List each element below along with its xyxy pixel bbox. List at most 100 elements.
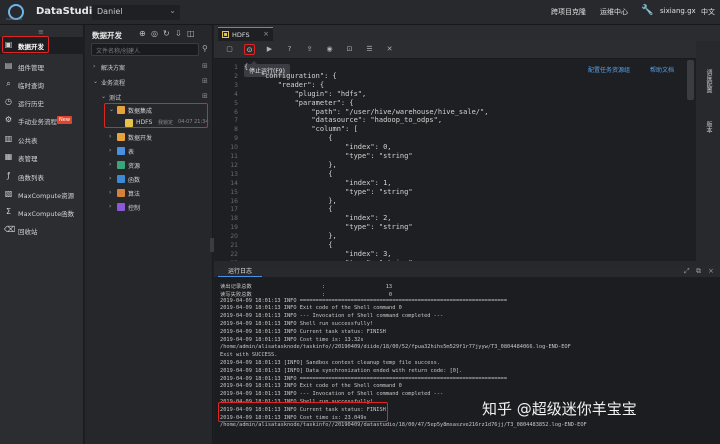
record-icon[interactable]: ◉ (324, 44, 335, 55)
chevron-right-icon[interactable]: › (109, 203, 111, 210)
folder-icon (117, 133, 125, 141)
close-icon[interactable]: × (263, 30, 269, 38)
run-icon[interactable]: ▶ (264, 44, 275, 55)
tree-item-label: 表 (128, 149, 135, 156)
upload-icon[interactable]: ⇪ (304, 44, 315, 55)
sidebar-item-label: MaxCompute函数 (18, 210, 75, 218)
log-line: 2019-04-09 18:01:13 INFO ===============… (220, 375, 508, 382)
sidebar-item[interactable]: ▧ MaxCompute资源 (0, 186, 84, 203)
grid-view-icon[interactable]: ⊞ (202, 92, 208, 100)
collapse-icon[interactable]: ≡ (38, 28, 44, 36)
chevron-right-icon[interactable]: › (109, 189, 111, 196)
chevron-right-icon[interactable]: › (93, 63, 95, 70)
tree-item[interactable]: ⌄ 测试 ⊞ (85, 91, 211, 103)
line-number: 4 (234, 90, 238, 98)
app-title: DataStudio (36, 6, 100, 17)
save-icon[interactable]: ▢ (224, 44, 235, 55)
sidebar-item[interactable]: ▤ 组件管理 (0, 58, 84, 75)
grid-view-icon[interactable]: ⊞ (202, 62, 208, 70)
tree-item-label: 测试 (109, 95, 122, 102)
wrench-icon[interactable]: 🔧 (641, 5, 653, 16)
sidebar-item-icon: ƒ (7, 171, 10, 180)
maximize-icon[interactable]: ⧉ (696, 267, 701, 276)
sidebar-item[interactable]: ▦ 表管理 (0, 149, 84, 166)
ops-center-link[interactable]: 运维中心 (600, 7, 628, 17)
workspace-select[interactable]: Daniel ⌄ (92, 5, 180, 20)
format-icon[interactable]: ⊡ (344, 44, 355, 55)
tree-item[interactable]: › 函数 (85, 173, 211, 185)
workspace-name: Daniel (97, 7, 123, 16)
code-line: }, (244, 160, 337, 169)
language-switch[interactable]: 中文 (701, 7, 715, 17)
panel-toggle-icon[interactable]: ◫ (187, 29, 195, 38)
tree-item-label: 资源 (128, 163, 141, 170)
sidebar-item[interactable]: ◷ 运行历史 (0, 94, 84, 111)
sidebar-item[interactable]: ƒ 函数列表 (0, 168, 84, 185)
user-account[interactable]: sixiang.gx (660, 7, 696, 15)
sidebar-item[interactable]: ⌕ 临时查询 (0, 76, 84, 93)
code-line: "datasource": "hadoop_to_odps", (244, 116, 443, 125)
file-search-input[interactable]: 文件名称/创建人 (91, 43, 199, 56)
log-line: 2019-04-09 18:01:13 INFO Exit code of th… (220, 305, 402, 312)
folder-icon (117, 161, 125, 169)
filter-icon[interactable]: ⚲ (202, 44, 208, 53)
tree-item[interactable]: › 控制 (85, 201, 211, 213)
sidebar-item[interactable]: ⌫ 回收站 (0, 222, 84, 239)
chevron-down-icon[interactable]: ⌄ (93, 78, 98, 85)
chevron-right-icon[interactable]: › (109, 161, 111, 168)
expand-icon[interactable]: ⤢ (684, 267, 690, 276)
folder-icon (117, 147, 125, 155)
version-tab[interactable]: 版本 (704, 121, 713, 133)
help-icon[interactable]: ? (284, 44, 295, 55)
tree-item[interactable]: › 数据开发 (85, 131, 211, 143)
log-line: /home/admin/alisatasknode/taskinfo//2019… (220, 422, 587, 429)
log-line: 2019-04-09 18:01:13 INFO Cost time is: 1… (220, 336, 364, 343)
top-bar: DataWorks DataStudio Daniel ⌄ 跨项目克隆 运维中心… (0, 0, 720, 25)
code-line: "reader": { (244, 80, 325, 89)
editor-tab-hdfs[interactable]: ▪ HDFS × (218, 27, 273, 41)
chevron-right-icon[interactable]: › (109, 147, 111, 154)
log-tab-bar: 运行日志 ⤢ ⧉ × (214, 266, 720, 277)
sidebar-item-icon: ▦ (4, 152, 13, 161)
locate-icon[interactable]: ◎ (151, 29, 158, 38)
chevron-right-icon[interactable]: › (109, 133, 111, 140)
line-number: 10 (230, 144, 238, 152)
tree-item[interactable]: › 解决方案 ⊞ (85, 61, 211, 73)
sidebar-item[interactable]: Σ MaxCompute函数 (0, 204, 84, 221)
tree-item[interactable]: › 资源 (85, 159, 211, 171)
sidebar-item[interactable]: ⚙ 手动业务流程 New (0, 112, 84, 129)
tree-item[interactable]: › 算法 (85, 187, 211, 199)
tools-icon[interactable]: ✕ (384, 44, 395, 55)
list-icon[interactable]: ☰ (364, 44, 375, 55)
tree-item[interactable]: › 表 (85, 145, 211, 157)
import-icon[interactable]: ⇩ (175, 29, 182, 38)
code-editor[interactable]: { "configuration": { "reader": { "plugin… (244, 60, 684, 267)
sidebar-item-label: 组件管理 (18, 64, 44, 72)
chevron-down-icon: ⌄ (169, 6, 176, 15)
grid-view-icon[interactable]: ⊞ (202, 77, 208, 85)
sidebar-item[interactable]: ▥ 公共表 (0, 131, 84, 148)
editor-scrollbar[interactable] (687, 60, 694, 100)
stop-run-icon[interactable]: ⊙ (244, 44, 255, 55)
schedule-config-tab[interactable]: 调度配置 (704, 69, 713, 93)
sidebar-item-icon: ⚙ (4, 115, 13, 124)
refresh-icon[interactable]: ↻ (163, 29, 170, 38)
chevron-down-icon[interactable]: ⌄ (101, 93, 106, 100)
log-line: 读出记录总数 : 13 (220, 284, 393, 290)
cross-project-clone-link[interactable]: 跨项目克隆 (551, 7, 586, 17)
code-line: "parameter": { (244, 98, 354, 107)
sidebar-item-icon: Σ (5, 207, 12, 216)
line-number: 14 (230, 179, 238, 187)
new-file-icon[interactable]: ⊕ (139, 29, 146, 38)
log-line: /home/admin/alisatasknode/taskinfo//2019… (220, 344, 571, 351)
sidebar-item-icon: ⌫ (4, 225, 16, 234)
tab-run-log[interactable]: 运行日志 (218, 266, 263, 277)
folder-icon (117, 189, 125, 197)
tree-item[interactable]: ⌄ 业务流程 ⊞ (85, 76, 211, 88)
close-icon[interactable]: × (708, 267, 714, 275)
tree-item-label: 业务流程 (101, 80, 126, 87)
line-number: 12 (230, 161, 238, 169)
right-side-panel: 调度配置 版本 (696, 41, 720, 261)
chevron-right-icon[interactable]: › (109, 175, 111, 182)
line-gutter: 1234567891011121314151617181920212223 (214, 60, 240, 267)
